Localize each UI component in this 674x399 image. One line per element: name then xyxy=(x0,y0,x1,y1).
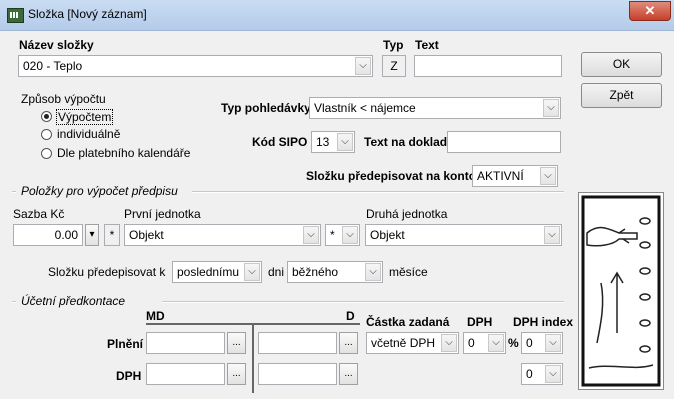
kod-sipo-combo[interactable]: 13 ⌵ xyxy=(311,131,355,153)
typ-pohledavky-value: Vlastník < nájemce xyxy=(314,101,416,115)
close-button[interactable]: ✕ xyxy=(629,1,671,21)
typ-pohledavky-combo[interactable]: Vlastník < nájemce ⌵ xyxy=(309,97,561,119)
polozky-group-label: Položky pro výpočet předpisu xyxy=(21,184,178,198)
dph-index-combo-1[interactable]: 0 ⌵ xyxy=(521,332,563,354)
text-label: Text xyxy=(415,38,439,52)
radio-dle-kalendare[interactable] xyxy=(41,148,52,159)
md-label: MD xyxy=(146,309,165,323)
chevron-down-icon[interactable]: ⌵ xyxy=(365,263,381,281)
dni-combo[interactable]: běžného ⌵ xyxy=(287,261,383,283)
percent-label: % xyxy=(508,336,519,350)
typ-pohledavky-label: Typ pohledávky xyxy=(221,101,311,115)
sazba-input[interactable]: 0.00 xyxy=(13,224,83,246)
chevron-down-icon[interactable]: ⌵ xyxy=(355,57,371,75)
chevron-down-icon[interactable]: ⌵ xyxy=(342,226,358,244)
t-account-vline xyxy=(252,323,254,393)
druha-jednotka-label: Druhá jednotka xyxy=(366,207,448,221)
chevron-down-icon[interactable]: ⌵ xyxy=(244,263,260,281)
sketch-drawing xyxy=(581,195,661,387)
mesice-label: měsíce xyxy=(389,265,428,279)
prvni-jednotka-combo[interactable]: Objekt ⌵ xyxy=(124,224,321,246)
castka-zadana-label: Částka zadaná xyxy=(366,315,450,329)
ok-button[interactable]: OK xyxy=(581,52,662,77)
dph-index-combo-2[interactable]: 0 ⌵ xyxy=(521,363,563,385)
ucetni-group-label: Účetní předkontace xyxy=(21,294,126,308)
dph-value: 0 xyxy=(468,336,475,350)
polozky-group-line xyxy=(192,191,564,193)
text-input[interactable] xyxy=(414,55,562,77)
radio-individualne[interactable] xyxy=(41,129,52,140)
nazev-slozky-label: Název složky xyxy=(19,38,94,52)
chevron-down-icon[interactable]: ⌵ xyxy=(543,99,559,117)
ucetni-group-line xyxy=(162,301,564,303)
konto-value: AKTIVNÍ xyxy=(477,169,524,183)
dph-combo[interactable]: 0 ⌵ xyxy=(463,332,506,354)
radio-individualne-label: individuálně xyxy=(57,127,121,141)
konto-label: Složku předepisovat na konto xyxy=(306,169,477,183)
plneni-label: Plnění xyxy=(107,337,144,351)
d-label: D xyxy=(346,309,355,323)
radio-vypoctem-label: Výpočtem xyxy=(56,109,114,125)
dph-index-value-1: 0 xyxy=(526,336,533,350)
chevron-down-icon[interactable]: ⌵ xyxy=(540,167,556,185)
ucetni-group-line-left xyxy=(12,301,16,303)
nazev-slozky-value: 020 - Teplo xyxy=(23,59,83,73)
window-title: Složka [Nový záznam] xyxy=(28,7,147,21)
plneni-d-browse-button[interactable]: ... xyxy=(339,332,358,354)
dni-label: dni xyxy=(268,265,285,279)
text-na-doklad-input[interactable] xyxy=(447,131,561,153)
dph-md-browse-button[interactable]: ... xyxy=(227,363,246,385)
dph-row-label: DPH xyxy=(116,369,142,383)
nazev-slozky-combo[interactable]: 020 - Teplo ⌵ xyxy=(18,55,373,77)
chevron-down-icon[interactable]: ⌵ xyxy=(441,334,457,352)
chevron-down-icon[interactable]: ⌵ xyxy=(337,133,353,151)
operator-2-combo[interactable]: * ⌵ xyxy=(325,224,360,246)
zpusob-vypoctu-label: Způsob výpočtu xyxy=(21,92,106,106)
chevron-down-icon[interactable]: ⌵ xyxy=(303,226,319,244)
operator-1[interactable]: * xyxy=(104,224,120,246)
prvni-jednotka-value: Objekt xyxy=(129,228,164,242)
chevron-down-icon[interactable]: ⌵ xyxy=(545,365,561,383)
dph-index-label: DPH index xyxy=(513,315,574,329)
prvni-jednotka-label: První jednotka xyxy=(124,207,201,221)
kod-sipo-value: 13 xyxy=(316,135,330,149)
dni-value: běžného xyxy=(292,265,339,279)
typ-field[interactable]: Z xyxy=(382,55,406,77)
predepisovat-k-value: poslednímu xyxy=(177,265,240,279)
plneni-md-browse-button[interactable]: ... xyxy=(227,332,246,354)
chevron-down-icon[interactable]: ⌵ xyxy=(545,334,561,352)
kod-sipo-label: Kód SIPO xyxy=(252,135,308,149)
dph-index-value-2: 0 xyxy=(526,367,533,381)
sazba-dropdown-icon[interactable]: ▾ xyxy=(85,224,99,246)
text-na-doklad-label: Text na doklad xyxy=(364,135,448,149)
dph-d-browse-button[interactable]: ... xyxy=(339,363,358,385)
plneni-md-input[interactable] xyxy=(146,332,225,354)
dph-d-input[interactable] xyxy=(258,363,337,385)
dph-label: DPH xyxy=(467,315,493,329)
radio-dle-kalendare-label: Dle platebního kalendáře xyxy=(57,146,191,160)
konto-combo[interactable]: AKTIVNÍ ⌵ xyxy=(472,165,558,187)
chevron-down-icon[interactable]: ⌵ xyxy=(544,226,560,244)
druha-jednotka-combo[interactable]: Objekt ⌵ xyxy=(365,224,562,246)
dph-md-input[interactable] xyxy=(146,363,225,385)
sazba-kc-label: Sazba Kč xyxy=(13,207,65,221)
radio-vypoctem[interactable] xyxy=(41,111,52,122)
zpet-button[interactable]: Zpět xyxy=(581,83,662,108)
castka-zadana-combo[interactable]: včetně DPH ⌵ xyxy=(366,332,459,354)
typ-label: Typ xyxy=(383,38,404,52)
operator-2-value: * xyxy=(330,228,335,242)
castka-zadana-value: včetně DPH xyxy=(371,336,436,350)
druha-jednotka-value: Objekt xyxy=(370,228,405,242)
sketch-illustration xyxy=(578,192,664,390)
predepisovat-k-combo[interactable]: poslednímu ⌵ xyxy=(172,261,262,283)
predepisovat-k-label: Složku předepisovat k xyxy=(48,265,166,279)
plneni-d-input[interactable] xyxy=(258,332,337,354)
polozky-group-line-left xyxy=(12,191,16,193)
chevron-down-icon[interactable]: ⌵ xyxy=(488,334,504,352)
app-icon xyxy=(7,8,24,23)
